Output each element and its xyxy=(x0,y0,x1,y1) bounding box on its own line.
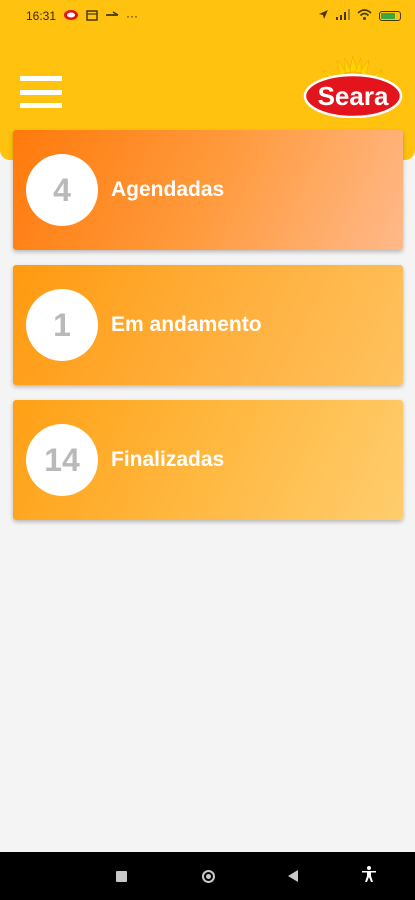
home-button[interactable] xyxy=(188,852,228,900)
signal-icon xyxy=(336,9,350,23)
wifi-icon xyxy=(357,9,372,23)
seara-logo: Seara xyxy=(303,54,403,119)
circle-icon xyxy=(201,869,215,883)
card-em-andamento[interactable]: 1 Em andamento xyxy=(13,265,403,385)
status-right xyxy=(318,9,401,23)
status-left: 16:31 ··· xyxy=(26,9,318,24)
count-badge: 14 xyxy=(26,424,98,496)
menu-line xyxy=(20,103,62,108)
back-button[interactable] xyxy=(273,852,313,900)
logo-text: Seara xyxy=(318,81,389,111)
menu-line xyxy=(20,89,62,95)
location-arrow-icon xyxy=(318,9,329,23)
calendar-notification-icon xyxy=(86,9,98,24)
count-badge: 4 xyxy=(26,154,98,226)
notification-app-icon xyxy=(63,9,79,24)
system-nav-bar xyxy=(0,852,415,900)
menu-line xyxy=(20,76,62,81)
accessibility-icon xyxy=(362,865,376,887)
count-badge: 1 xyxy=(26,289,98,361)
card-label: Em andamento xyxy=(111,313,262,336)
accessibility-button[interactable] xyxy=(349,852,389,900)
more-notifications-indicator: ··· xyxy=(126,9,139,23)
battery-level xyxy=(381,13,395,19)
battery-icon xyxy=(379,11,401,21)
app-screen: 16:31 ··· Seara 4 Agendadas 1 Em andamen… xyxy=(0,0,415,900)
triangle-back-icon xyxy=(288,870,298,882)
status-cards: 4 Agendadas 1 Em andamento 14 Finalizada… xyxy=(13,130,403,535)
cast-notification-icon xyxy=(105,10,119,23)
clock: 16:31 xyxy=(26,9,57,23)
recents-button[interactable] xyxy=(101,852,141,900)
status-bar: 16:31 ··· xyxy=(0,0,415,32)
card-finalizadas[interactable]: 14 Finalizadas xyxy=(13,400,403,520)
card-label: Finalizadas xyxy=(111,448,225,471)
card-label: Agendadas xyxy=(111,178,225,201)
square-icon xyxy=(115,870,127,882)
hamburger-menu-icon[interactable] xyxy=(20,76,62,108)
card-agendadas[interactable]: 4 Agendadas xyxy=(13,130,403,250)
